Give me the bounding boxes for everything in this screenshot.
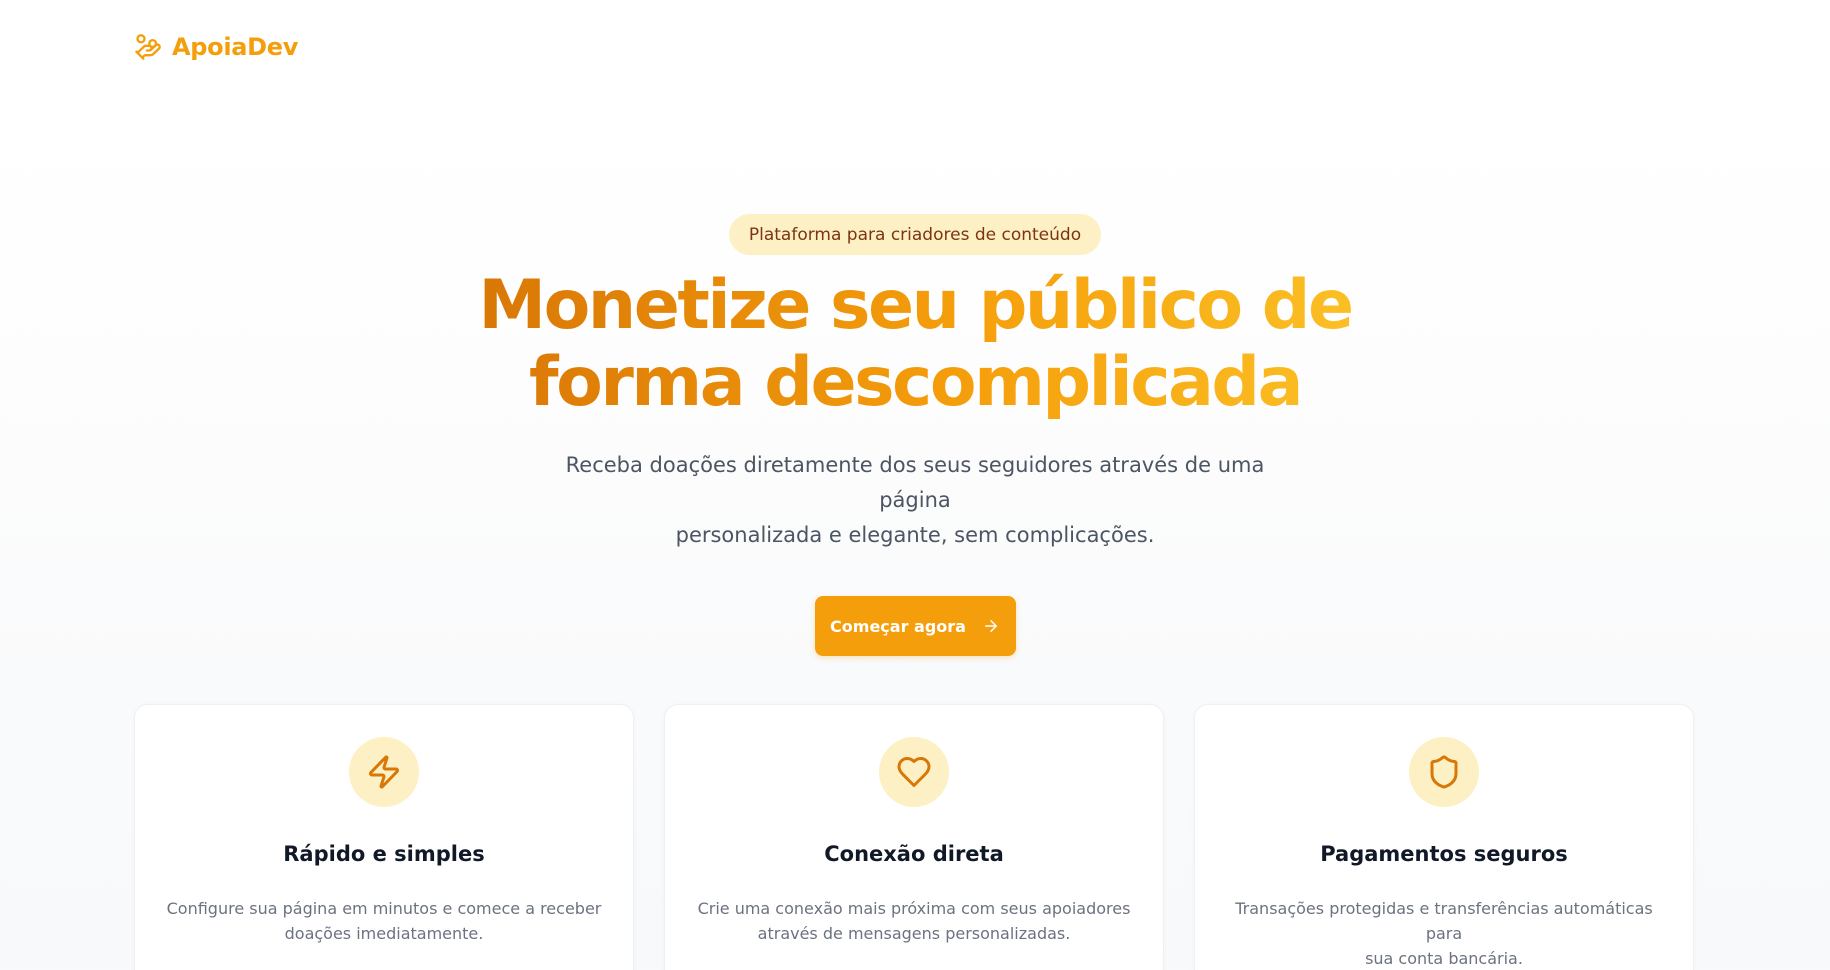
- feature-description: Transações protegidas e transferências a…: [1224, 896, 1664, 970]
- hero-section: Plataforma para criadores de conteúdo Mo…: [0, 214, 1830, 656]
- feature-card-fast: Rápido e simples Configure sua página em…: [134, 704, 634, 970]
- hero-subtitle: Receba doações diretamente dos seus segu…: [535, 448, 1295, 553]
- get-started-button[interactable]: Começar agora: [814, 596, 1016, 656]
- get-started-label: Começar agora: [830, 616, 966, 636]
- headline-line-1: Monetize seu público de: [478, 266, 1352, 345]
- hand-coins-icon: [135, 34, 161, 60]
- feature-icon-badge: [349, 737, 419, 807]
- feature-description: Crie uma conexão mais próxima com seus a…: [694, 896, 1134, 946]
- feature-description: Configure sua página em minutos e comece…: [164, 896, 604, 946]
- site-header: ApoiaDev: [134, 33, 298, 61]
- feature-desc-line-2: sua conta bancária.: [1365, 949, 1523, 968]
- shield-icon: [1430, 755, 1458, 789]
- feature-title: Conexão direta: [824, 842, 1004, 866]
- subtitle-line-2: personalizada e elegante, sem complicaçõ…: [675, 523, 1155, 547]
- heart-icon: [897, 757, 931, 787]
- feature-desc-line-1: Transações protegidas e transferências a…: [1235, 899, 1653, 943]
- features-section: Rápido e simples Configure sua página em…: [134, 704, 1694, 970]
- feature-icon-badge: [879, 737, 949, 807]
- feature-card-connection: Conexão direta Crie uma conexão mais pró…: [664, 704, 1164, 970]
- feature-desc-line-2: através de mensagens personalizadas.: [757, 924, 1071, 943]
- headline-line-2: forma descomplicada: [529, 343, 1301, 422]
- feature-card-secure: Pagamentos seguros Transações protegidas…: [1194, 704, 1694, 970]
- subtitle-line-1: Receba doações diretamente dos seus segu…: [565, 453, 1265, 512]
- hero-headline: Monetize seu público de forma descomplic…: [478, 267, 1351, 421]
- brand-name[interactable]: ApoiaDev: [172, 33, 298, 61]
- zap-icon: [369, 755, 399, 789]
- audience-badge: Plataforma para criadores de conteúdo: [728, 214, 1102, 255]
- feature-icon-badge: [1409, 737, 1479, 807]
- feature-title: Pagamentos seguros: [1320, 842, 1568, 866]
- feature-desc-line-1: Configure sua página em minutos e comece…: [166, 899, 602, 918]
- arrow-right-icon: [984, 620, 997, 632]
- feature-desc-line-1: Crie uma conexão mais próxima com seus a…: [697, 899, 1131, 918]
- feature-desc-line-2: doações imediatamente.: [284, 924, 484, 943]
- feature-title: Rápido e simples: [283, 842, 485, 866]
